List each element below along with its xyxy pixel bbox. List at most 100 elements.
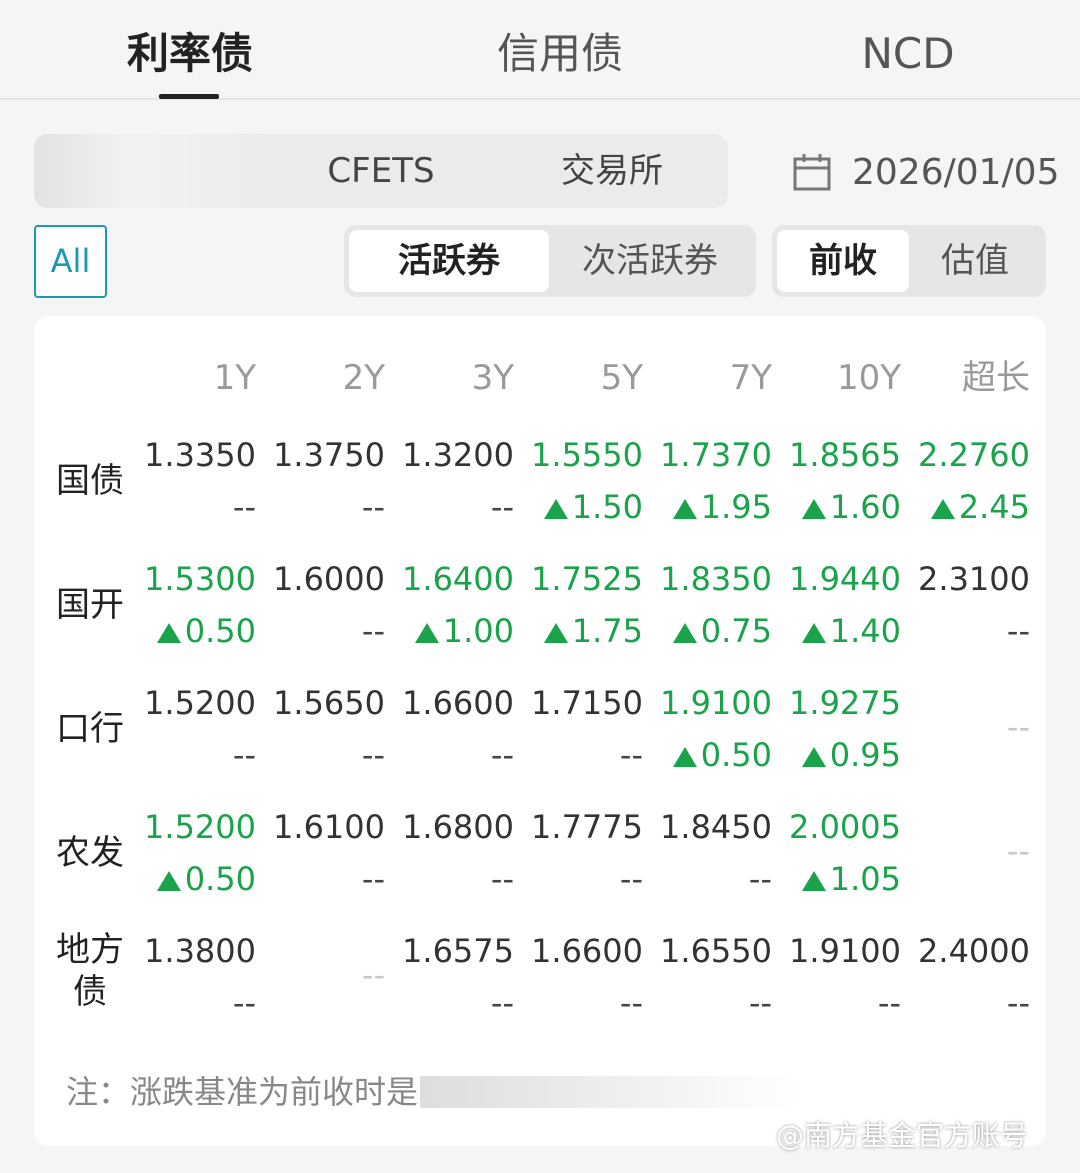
yield-value[interactable]: 1.5300 [116, 559, 256, 599]
yield-value[interactable]: 1.9100 [761, 931, 901, 971]
yield-value[interactable]: 1.6575 [374, 931, 514, 971]
change-value: 1.40 [761, 611, 901, 651]
up-triangle-icon [543, 623, 568, 643]
change-value: 2.45 [890, 487, 1030, 527]
date-value: 2026/01/05 [852, 151, 1060, 193]
footnote: 注：涨跌基准为前收时是 [66, 1073, 419, 1111]
yield-value[interactable]: 1.6100 [245, 807, 385, 847]
tab-rate-bonds[interactable]: 利率债 [80, 28, 300, 80]
change-amount: 2.45 [958, 488, 1030, 526]
yield-value[interactable]: 1.6600 [374, 683, 514, 723]
yield-value[interactable]: 1.7775 [503, 807, 643, 847]
change-value: 0.75 [632, 611, 772, 651]
up-triangle-icon [930, 499, 955, 519]
tab-ncd[interactable]: NCD [798, 28, 1018, 80]
yield-value[interactable]: 2.2760 [890, 435, 1030, 475]
yield-value[interactable]: 1.6800 [374, 807, 514, 847]
change-value: 1.75 [503, 611, 643, 651]
yield-value[interactable]: 1.9100 [632, 683, 772, 723]
yield-value[interactable]: 1.9275 [761, 683, 901, 723]
column-header-1Y[interactable]: 1Y [146, 358, 256, 398]
change-value: -- [490, 984, 514, 1022]
up-triangle-icon [672, 747, 697, 767]
change-value: -- [361, 860, 385, 898]
up-triangle-icon [414, 623, 439, 643]
market-item-blurred[interactable] [34, 134, 266, 208]
change-value: -- [619, 736, 643, 774]
change-value: 0.50 [116, 611, 256, 651]
column-header-3Y[interactable]: 3Y [404, 358, 514, 398]
yield-value[interactable]: 1.8350 [632, 559, 772, 599]
empty-cell: -- [1006, 832, 1030, 870]
activity-second-active[interactable]: 次活跃券 [549, 230, 751, 292]
yield-value[interactable]: 1.5650 [245, 683, 385, 723]
yield-value[interactable]: 1.7150 [503, 683, 643, 723]
change-value: -- [361, 736, 385, 774]
yield-value[interactable]: 2.4000 [890, 931, 1030, 971]
yield-value[interactable]: 1.6600 [503, 931, 643, 971]
activity-selector: 活跃券 次活跃券 [344, 225, 756, 297]
watermark: @南方基金官方账号 [776, 1119, 1029, 1152]
empty-cell: -- [361, 956, 385, 994]
yield-value[interactable]: 1.7525 [503, 559, 643, 599]
change-value: -- [877, 984, 901, 1022]
yield-value[interactable]: 1.6400 [374, 559, 514, 599]
up-triangle-icon [801, 623, 826, 643]
change-value: -- [490, 736, 514, 774]
yield-value[interactable]: 1.3750 [245, 435, 385, 475]
date-picker[interactable]: 2026/01/05 [792, 146, 1060, 198]
price-mode-prev-close[interactable]: 前收 [777, 230, 909, 292]
yield-value[interactable]: 1.5550 [503, 435, 643, 475]
up-triangle-icon [543, 499, 568, 519]
yield-value[interactable]: 1.5200 [116, 683, 256, 723]
change-value: -- [748, 860, 772, 898]
yield-value[interactable]: 1.8565 [761, 435, 901, 475]
up-triangle-icon [801, 747, 826, 767]
yield-value[interactable]: 1.8450 [632, 807, 772, 847]
column-header-5Y[interactable]: 5Y [533, 358, 643, 398]
yield-value[interactable]: 1.3350 [116, 435, 256, 475]
footnote-blurred [420, 1076, 800, 1108]
yield-value[interactable]: 1.7370 [632, 435, 772, 475]
yield-value[interactable]: 1.3200 [374, 435, 514, 475]
change-value: -- [361, 612, 385, 650]
change-value: -- [490, 860, 514, 898]
up-triangle-icon [801, 871, 826, 891]
up-triangle-icon [156, 623, 181, 643]
change-value: 1.95 [632, 487, 772, 527]
up-triangle-icon [672, 623, 697, 643]
tab-credit-bonds[interactable]: 信用债 [450, 28, 670, 80]
change-value: 1.60 [761, 487, 901, 527]
market-cfets[interactable]: CFETS [266, 134, 496, 208]
column-header-10Y[interactable]: 10Y [791, 358, 901, 398]
yield-value[interactable]: 1.9440 [761, 559, 901, 599]
yield-value[interactable]: 2.3100 [890, 559, 1030, 599]
yield-value[interactable]: 1.3800 [116, 931, 256, 971]
activity-active[interactable]: 活跃券 [349, 230, 549, 292]
all-filter-button[interactable]: All [34, 225, 107, 298]
up-triangle-icon [156, 871, 181, 891]
change-value: -- [361, 488, 385, 526]
change-value: -- [490, 488, 514, 526]
change-value: -- [1006, 612, 1030, 650]
change-value: -- [748, 984, 772, 1022]
yield-value[interactable]: 1.5200 [116, 807, 256, 847]
yield-value[interactable]: 2.0005 [761, 807, 901, 847]
column-header-2Y[interactable]: 2Y [275, 358, 385, 398]
change-value: 0.95 [761, 735, 901, 775]
change-value: 0.50 [632, 735, 772, 775]
market-selector: CFETS 交易所 [34, 134, 728, 208]
yield-value[interactable]: 1.6550 [632, 931, 772, 971]
calendar-icon [793, 154, 831, 191]
empty-cell: -- [1006, 708, 1030, 746]
column-header-7Y[interactable]: 7Y [662, 358, 772, 398]
price-mode-valuation[interactable]: 估值 [909, 230, 1041, 292]
market-exchange[interactable]: 交易所 [496, 134, 728, 208]
change-value: -- [619, 860, 643, 898]
price-mode-selector: 前收 估值 [772, 225, 1046, 297]
change-value: 0.50 [116, 859, 256, 899]
yield-value[interactable]: 1.6000 [245, 559, 385, 599]
up-triangle-icon [672, 499, 697, 519]
change-value: -- [1006, 984, 1030, 1022]
column-header-超长[interactable]: 超长 [920, 358, 1030, 398]
